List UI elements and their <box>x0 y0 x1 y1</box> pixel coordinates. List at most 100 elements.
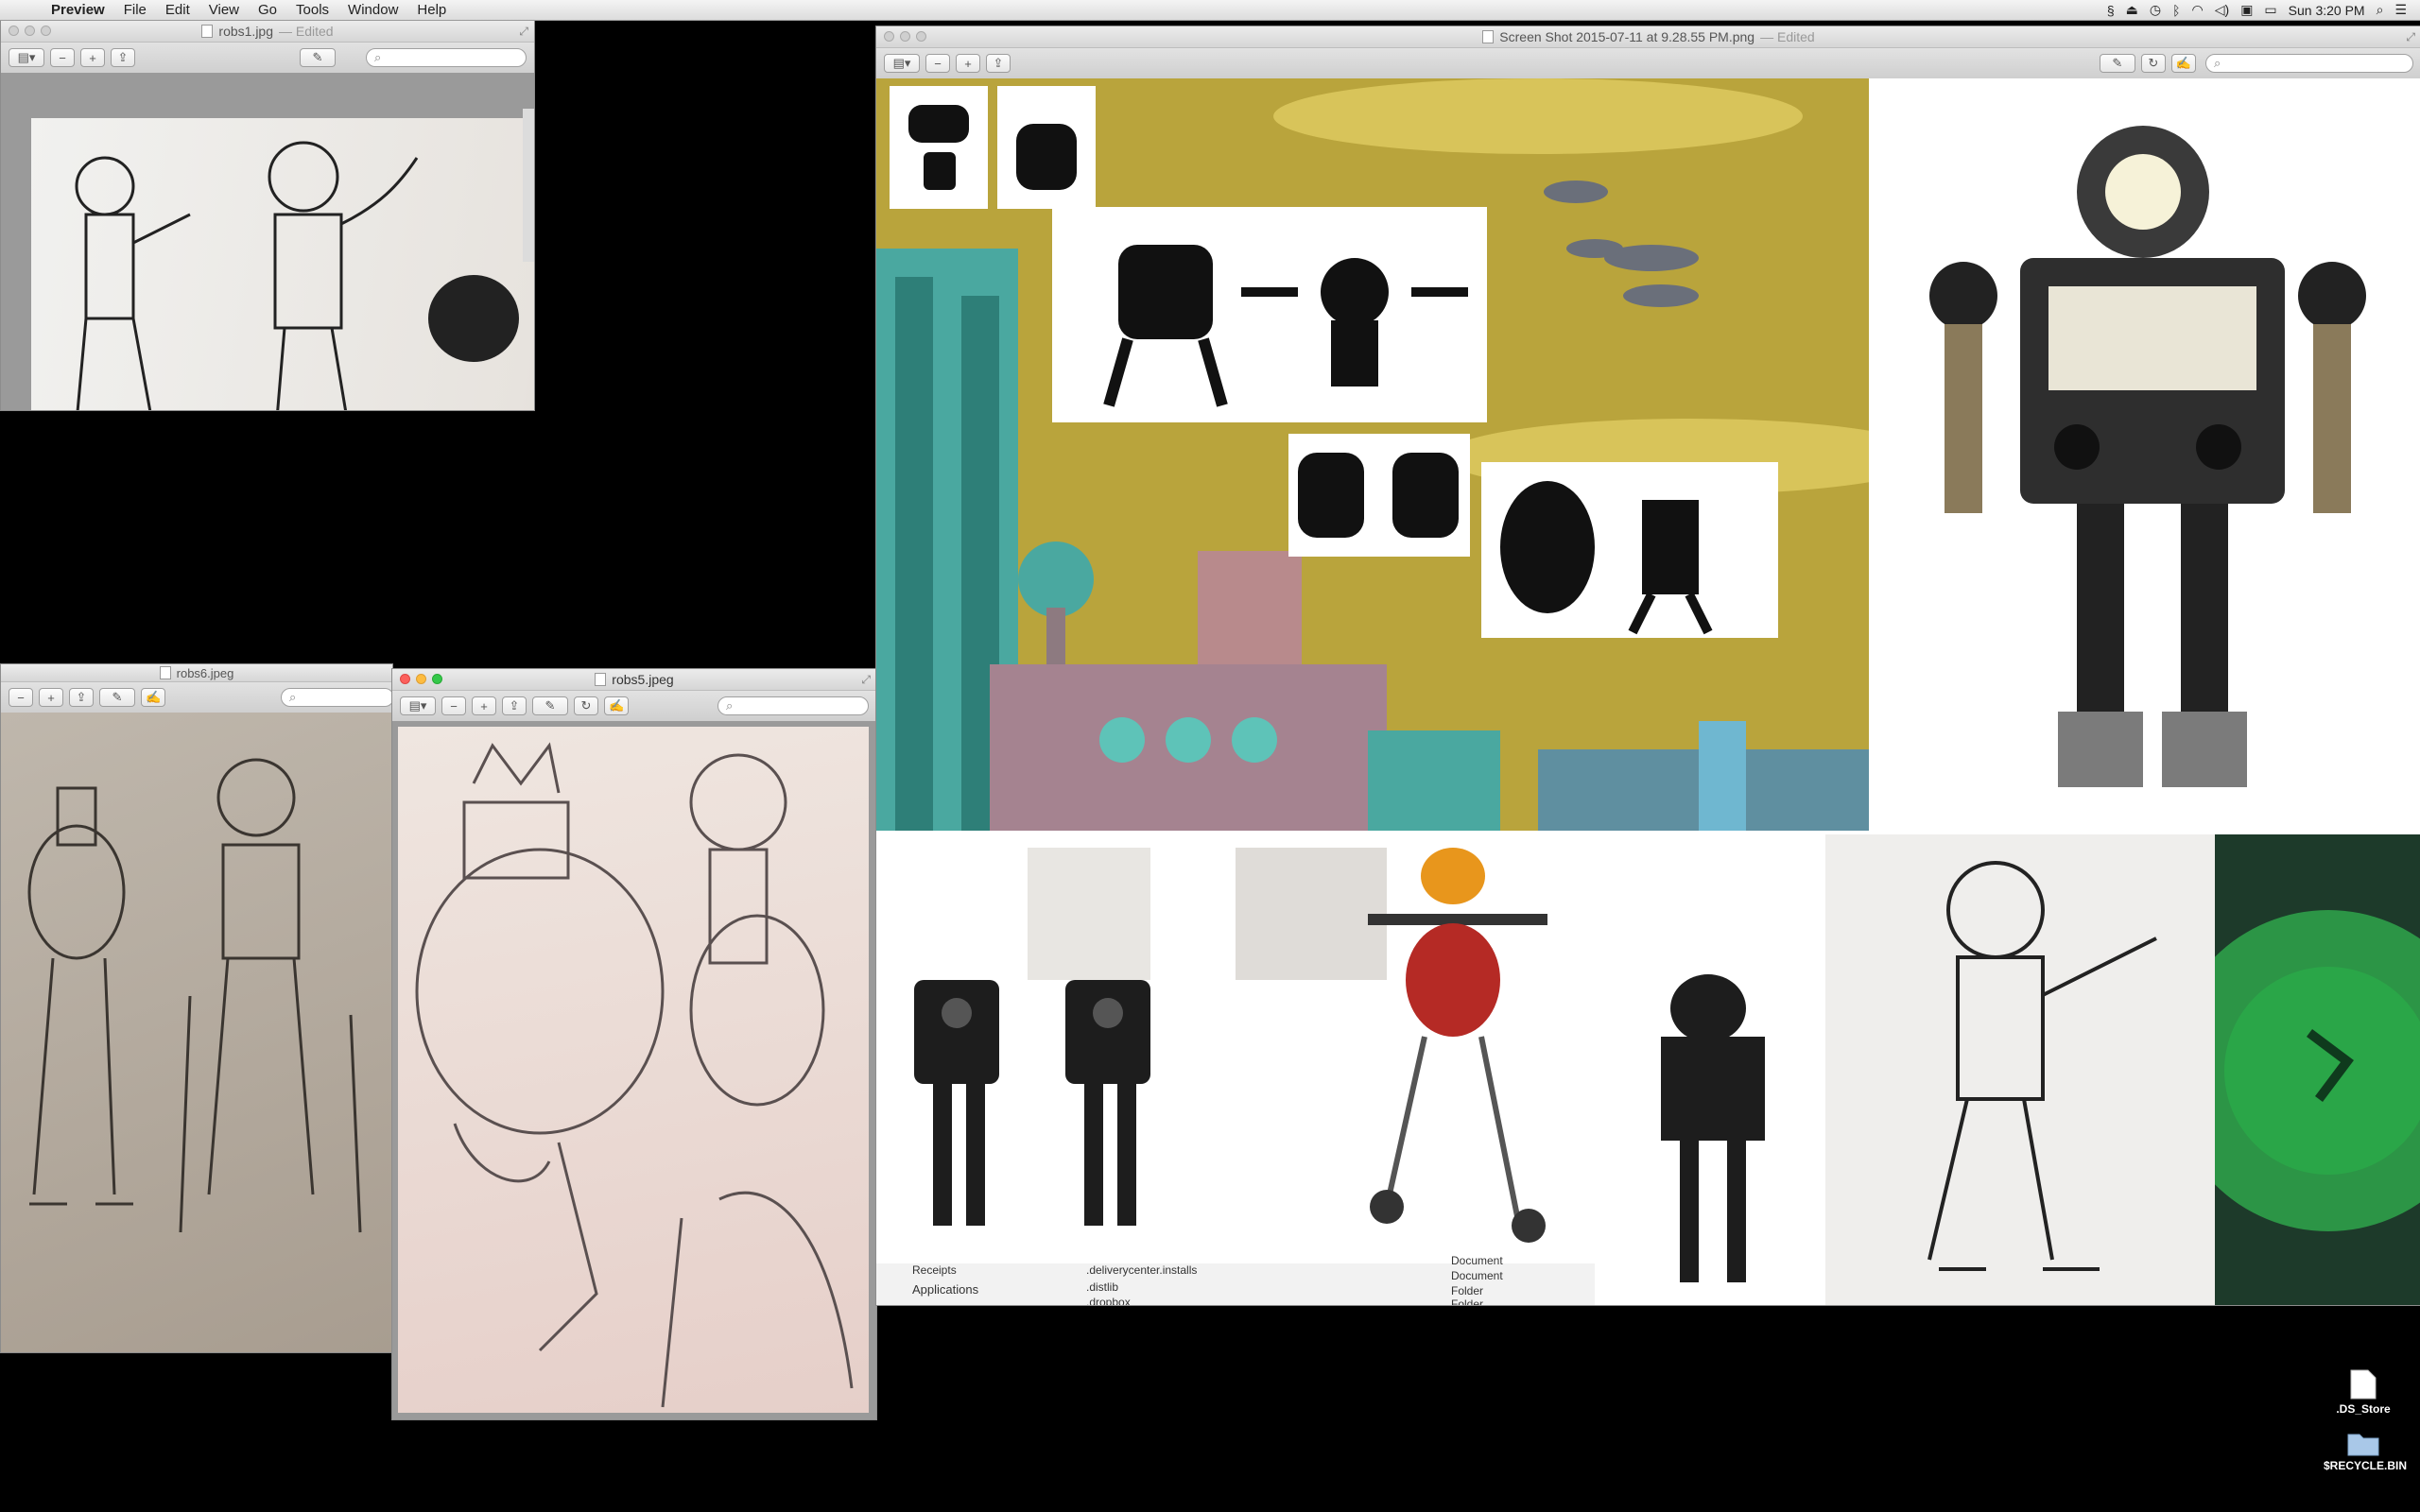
document-icon <box>201 25 214 38</box>
menu-help[interactable]: Help <box>407 2 456 18</box>
toolbar: ▤▾ − + ⇪ ✎ ↻ ✍ ⌕ <box>876 48 2420 79</box>
input-menu-icon[interactable]: ▣ <box>2240 2 2253 18</box>
finder-row-name[interactable]: .distlib <box>1086 1280 1118 1294</box>
rotate-button[interactable]: ↻ <box>574 696 598 715</box>
close-button[interactable] <box>884 31 894 42</box>
titlebar-screenshot[interactable]: Screen Shot 2015-07-11 at 9.28.55 PM.png… <box>876 26 2420 48</box>
finder-sidebar-item[interactable]: Receipts <box>912 1263 957 1277</box>
rotate-button[interactable]: ↻ <box>2140 54 2166 73</box>
clock[interactable]: Sun 3:20 PM <box>2289 3 2365 18</box>
battery-icon[interactable]: ▭ <box>2264 2 2276 18</box>
robot-silhouette-card <box>890 86 988 209</box>
toolbar: ▤▾ − + ⇪ ✎ ↻ ✍ ⌕ <box>392 691 876 722</box>
fullscreen-icon[interactable]: ⤢ <box>519 25 528 39</box>
image-canvas[interactable] <box>392 721 876 1419</box>
search-input[interactable]: ⌕ <box>2205 54 2413 73</box>
fullscreen-icon[interactable]: ⤢ <box>861 673 871 687</box>
finder-row-kind: Document <box>1451 1269 1503 1282</box>
robot-silhouette-card <box>997 86 1096 209</box>
small-robot-sketches <box>417 252 534 385</box>
share-button[interactable]: ⇪ <box>986 54 1011 73</box>
zoom-in-button[interactable]: + <box>472 696 496 715</box>
minimize-button[interactable] <box>416 674 426 684</box>
sidebar-toggle-button[interactable]: ▤▾ <box>9 48 44 67</box>
titlebar-robs5[interactable]: robs5.jpeg ⤢ <box>392 669 876 691</box>
zoom-out-button[interactable]: − <box>925 54 950 73</box>
window-screenshot: Screen Shot 2015-07-11 at 9.28.55 PM.png… <box>875 26 2420 1306</box>
volume-icon[interactable]: ◁) <box>2215 2 2229 18</box>
share-button[interactable]: ⇪ <box>69 688 94 707</box>
zoom-out-button[interactable]: − <box>441 696 466 715</box>
fullscreen-icon[interactable]: ⤢ <box>2406 30 2415 44</box>
desktop-icon[interactable]: $RECYCLE.BIN <box>2324 1429 2407 1472</box>
zoom-in-button[interactable]: + <box>956 54 980 73</box>
document-icon <box>1482 30 1495 43</box>
zoom-button[interactable] <box>41 26 51 36</box>
finder-row-name[interactable]: .dropbox <box>1086 1296 1131 1305</box>
zoom-out-button[interactable]: − <box>50 48 75 67</box>
desktop-icon[interactable]: .DS_Store <box>2324 1368 2403 1416</box>
pencil-robot-sketch <box>27 758 362 1233</box>
robot-silhouette-card <box>1288 434 1470 557</box>
window-title: robs1.jpg <box>218 24 273 39</box>
search-icon: ⌕ <box>289 690 297 704</box>
minimize-button[interactable] <box>900 31 910 42</box>
zoom-in-button[interactable]: + <box>80 48 105 67</box>
share-button[interactable]: ⇪ <box>502 696 527 715</box>
markup-button[interactable]: ✍ <box>141 688 166 707</box>
annotate-button[interactable]: ✎ <box>300 48 336 67</box>
minimize-button[interactable] <box>25 26 35 36</box>
wifi-icon[interactable]: ◠ <box>2192 2 2204 18</box>
menu-tools[interactable]: Tools <box>286 2 338 18</box>
zoom-button[interactable] <box>916 31 926 42</box>
menu-app-name[interactable]: Preview <box>42 2 114 18</box>
finder-row-kind: Folder <box>1451 1284 1484 1297</box>
annotate-button[interactable]: ✎ <box>2099 54 2135 73</box>
search-input[interactable]: ⌕ <box>281 688 392 707</box>
sidebar-toggle-button[interactable]: ▤▾ <box>400 696 436 715</box>
zoom-button[interactable] <box>432 674 442 684</box>
sidebar-toggle-button[interactable]: ▤▾ <box>884 54 920 73</box>
search-icon: ⌕ <box>726 698 734 713</box>
zoom-out-button[interactable]: − <box>9 688 33 707</box>
image-canvas[interactable] <box>1 713 392 1352</box>
toolbar: − + ⇪ ✎ ✍ ⌕ <box>1 682 392 713</box>
menu-file[interactable]: File <box>114 2 156 18</box>
finder-sidebar-item[interactable]: Applications <box>912 1282 978 1297</box>
window-title: robs6.jpeg <box>176 665 234 680</box>
search-input[interactable]: ⌕ <box>366 48 527 67</box>
menu-window[interactable]: Window <box>338 2 407 18</box>
folder-icon <box>2347 1434 2379 1456</box>
close-button[interactable] <box>400 674 410 684</box>
notification-center-icon[interactable]: ☰ <box>2394 2 2407 18</box>
window-title: robs5.jpeg <box>612 672 674 687</box>
spotlight-icon[interactable]: ⌕ <box>2377 2 2384 18</box>
markup-button[interactable]: ✍ <box>2170 54 2196 73</box>
zoom-in-button[interactable]: + <box>39 688 63 707</box>
finder-row-name[interactable]: .deliverycenter.installs <box>1086 1263 1197 1277</box>
menu-edit[interactable]: Edit <box>156 2 199 18</box>
share-button[interactable]: ⇪ <box>111 48 135 67</box>
titlebar-robs1[interactable]: robs1.jpg — Edited ⤢ <box>1 21 534 43</box>
window-robs1: robs1.jpg — Edited ⤢ ▤▾ − + ⇪ ✎ ⌕ <box>0 20 535 411</box>
time-machine-icon[interactable]: ◷ <box>2150 2 2161 18</box>
green-glow-cartoon-image <box>2215 834 2420 1305</box>
menu-view[interactable]: View <box>199 2 249 18</box>
markup-button[interactable]: ✍ <box>604 696 630 715</box>
image-canvas[interactable]: Receipts Applications .deliverycenter.in… <box>876 78 2420 1305</box>
image-canvas[interactable] <box>1 73 534 410</box>
titlebar-robs6[interactable]: robs6.jpeg <box>1 664 392 682</box>
bluetooth-icon[interactable]: ᛒ <box>2172 3 2180 18</box>
window-robs6: robs6.jpeg − + ⇪ ✎ ✍ ⌕ <box>0 663 393 1353</box>
close-button[interactable] <box>9 26 19 36</box>
document-icon <box>2350 1369 2377 1400</box>
search-input[interactable]: ⌕ <box>717 696 869 715</box>
eject-icon[interactable]: ⏏ <box>2126 2 2138 18</box>
inset-robot-photo <box>523 109 534 262</box>
edited-label: — Edited <box>279 24 334 39</box>
script-icon[interactable]: § <box>2107 3 2115 18</box>
annotate-button[interactable]: ✎ <box>532 696 568 715</box>
annotate-button[interactable]: ✎ <box>99 688 135 707</box>
menu-go[interactable]: Go <box>249 2 286 18</box>
toolbar: ▤▾ − + ⇪ ✎ ⌕ <box>1 43 534 74</box>
